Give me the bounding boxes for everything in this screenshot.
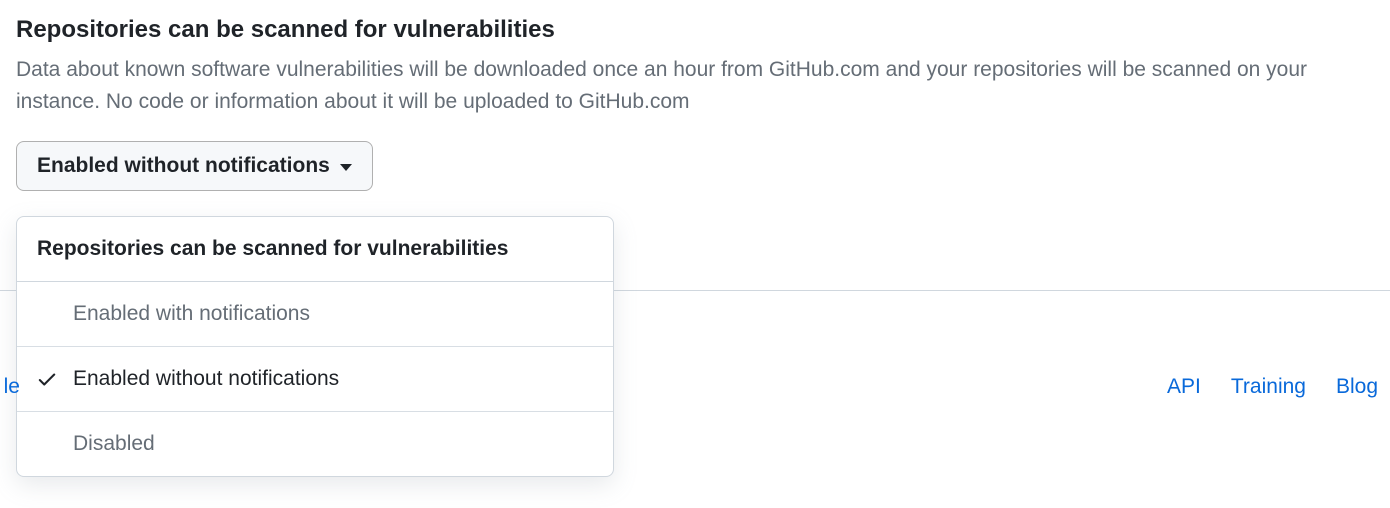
vulnerability-scan-dropdown-menu: Repositories can be scanned for vulnerab… bbox=[16, 216, 614, 477]
check-icon bbox=[35, 369, 59, 389]
footer-link-training[interactable]: Training bbox=[1231, 375, 1306, 399]
dropdown-option-label: Enabled without notifications bbox=[73, 367, 339, 391]
footer-link-partial[interactable]: le bbox=[0, 375, 20, 399]
footer-links: API Training Blog bbox=[1167, 375, 1378, 399]
check-icon bbox=[35, 434, 59, 454]
dropdown-selected-label: Enabled without notifications bbox=[37, 154, 330, 178]
dropdown-menu-header: Repositories can be scanned for vulnerab… bbox=[17, 217, 613, 282]
dropdown-option-label: Enabled with notifications bbox=[73, 302, 310, 326]
section-description: Data about known software vulnerabilitie… bbox=[16, 54, 1374, 117]
dropdown-option-disabled[interactable]: Disabled bbox=[17, 412, 613, 476]
check-icon bbox=[35, 304, 59, 324]
footer-link-api[interactable]: API bbox=[1167, 375, 1201, 399]
footer-link-blog[interactable]: Blog bbox=[1336, 375, 1378, 399]
dropdown-option-enabled-without-notifications[interactable]: Enabled without notifications bbox=[17, 347, 613, 412]
section-title: Repositories can be scanned for vulnerab… bbox=[16, 16, 1374, 44]
dropdown-option-enabled-with-notifications[interactable]: Enabled with notifications bbox=[17, 282, 613, 347]
caret-down-icon bbox=[340, 164, 352, 171]
dropdown-option-label: Disabled bbox=[73, 432, 155, 456]
vulnerability-scan-dropdown-button[interactable]: Enabled without notifications bbox=[16, 141, 373, 191]
